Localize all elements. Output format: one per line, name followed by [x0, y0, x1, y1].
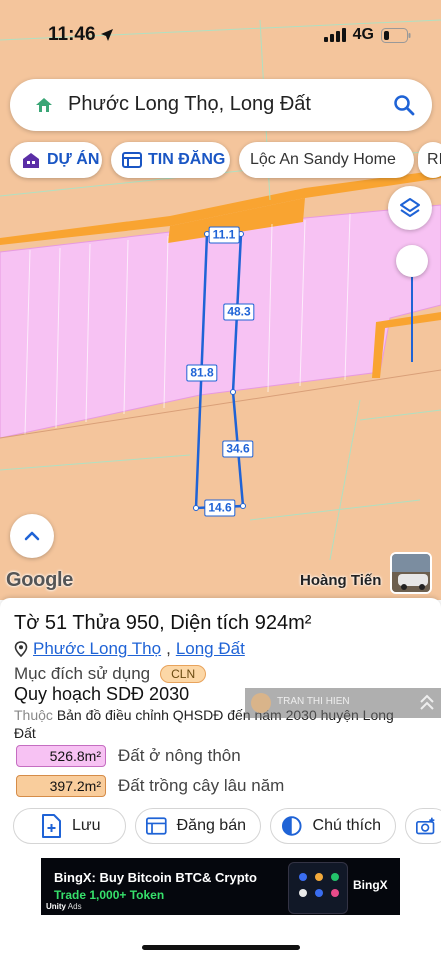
- chip-loc-an-sandy-home[interactable]: Lộc An Sandy Home: [239, 142, 414, 178]
- layers-button[interactable]: [388, 186, 432, 230]
- add-photo-icon: [416, 817, 435, 835]
- chevron-up-icon: [24, 531, 40, 541]
- chip-label: RI: [427, 151, 441, 168]
- legend-label: Chú thích: [312, 817, 381, 834]
- building-icon: [23, 153, 39, 168]
- location-arrow-icon: [101, 29, 113, 41]
- listing-icon: [146, 817, 167, 835]
- ad-network: Unity Ads: [46, 902, 82, 911]
- add-document-icon: [42, 814, 61, 838]
- purpose-badge: CLN: [160, 665, 207, 683]
- parcel-title: Tờ 51 Thửa 950, Diện tích 924m²: [14, 612, 312, 634]
- measure-lower-right: 34.6: [222, 440, 254, 458]
- listing-icon: [122, 152, 142, 168]
- district-link[interactable]: Long Đất: [176, 639, 245, 659]
- chip-label: TIN ĐĂNG: [148, 151, 226, 168]
- ad-subtitle: Trade 1,000+ Token: [54, 888, 165, 902]
- action-bar: Lưu Đăng bán Chú thích: [13, 808, 441, 846]
- chip-label: DỰ ÁN: [47, 151, 100, 168]
- overlay-avatar: [251, 693, 271, 713]
- area-label: Đất ở nông thôn: [118, 746, 241, 765]
- ad-title: BingX: Buy Bitcoin BTC& Crypto: [54, 870, 257, 885]
- streetview-image: [392, 554, 430, 592]
- expand-sheet-button[interactable]: [10, 514, 54, 558]
- status-bar: 11:46 4G: [0, 0, 441, 70]
- streetview-thumbnail[interactable]: [390, 552, 432, 594]
- purpose-label: Mục đích sử dụng: [14, 664, 151, 683]
- chip-more[interactable]: RI: [418, 142, 441, 178]
- measure-top: 11.1: [208, 226, 240, 244]
- search-bar[interactable]: Phước Long Thọ, Long Đất: [10, 79, 432, 131]
- signal-icon: [323, 28, 346, 42]
- map-view[interactable]: 11.1 48.3 81.8 34.6 14.6 11:46 4G Phước …: [0, 0, 441, 600]
- save-label: Lưu: [72, 817, 101, 834]
- chip-tin-dang[interactable]: TIN ĐĂNG: [111, 142, 230, 178]
- legend-button[interactable]: Chú thích: [270, 808, 396, 844]
- app-grid-icon: [299, 873, 339, 897]
- area-value: 526.8m²: [16, 745, 106, 767]
- measure-left: 81.8: [186, 364, 218, 382]
- chip-label: Lộc An Sandy Home: [250, 151, 396, 168]
- google-logo: Google: [6, 569, 74, 591]
- opacity-slider-knob[interactable]: [396, 245, 428, 277]
- camera-button[interactable]: [405, 808, 441, 844]
- commune-link[interactable]: Phước Long Thọ: [33, 639, 161, 659]
- post-label: Đăng bán: [176, 817, 246, 834]
- opacity-slider-track[interactable]: [411, 262, 413, 362]
- network-label: 4G: [352, 26, 374, 43]
- search-icon[interactable]: [392, 93, 416, 117]
- purpose-row: Mục đích sử dụng CLN: [14, 664, 207, 684]
- video-overlay[interactable]: TRAN THI HIEN: [245, 688, 441, 718]
- save-button[interactable]: Lưu: [13, 808, 126, 844]
- ad-banner[interactable]: BingX: Buy Bitcoin BTC& Crypto Trade 1,0…: [41, 858, 400, 915]
- ad-phone-graphic: [288, 862, 348, 914]
- measure-upper-right: 48.3: [223, 303, 255, 321]
- area-row-perennial: 397.2m² Đất trồng cây lâu năm: [16, 775, 284, 797]
- area-label: Đất trồng cây lâu năm: [118, 776, 285, 795]
- chip-du-an[interactable]: DỰ ÁN: [10, 142, 102, 178]
- ad-logo: BingX: [353, 878, 388, 892]
- home-indicator[interactable]: [142, 945, 300, 950]
- app-logo-icon: [36, 98, 52, 112]
- overlay-name: TRAN THI HIEN: [277, 696, 350, 707]
- post-button[interactable]: Đăng bán: [135, 808, 261, 844]
- status-time: 11:46: [48, 24, 96, 45]
- location-pin-icon: [14, 641, 28, 657]
- battery-icon: [381, 27, 411, 43]
- search-input[interactable]: Phước Long Thọ, Long Đất: [68, 93, 311, 116]
- double-chevron-up-icon: [420, 694, 434, 710]
- parcel-location: Phước Long Thọ, Long Đất: [14, 639, 245, 659]
- area-value: 397.2m²: [16, 775, 106, 797]
- plan-prefix: Thuộc: [14, 707, 53, 723]
- contrast-icon: [281, 816, 302, 836]
- location-separator: ,: [166, 639, 171, 658]
- measure-bottom: 14.6: [204, 499, 236, 517]
- area-row-residential: 526.8m² Đất ở nông thôn: [16, 745, 241, 767]
- ad-network-suffix: Ads: [67, 902, 82, 911]
- layers-icon: [400, 198, 420, 217]
- map-place-label: Hoàng Tiến: [300, 572, 382, 589]
- plan-title: Quy hoạch SDĐ 2030: [14, 684, 190, 704]
- parcel-info-sheet: Tờ 51 Thửa 950, Diện tích 924m² Phước Lo…: [0, 598, 441, 960]
- ad-network-name: Unity: [46, 902, 66, 911]
- status-indicators: 4G: [323, 26, 411, 44]
